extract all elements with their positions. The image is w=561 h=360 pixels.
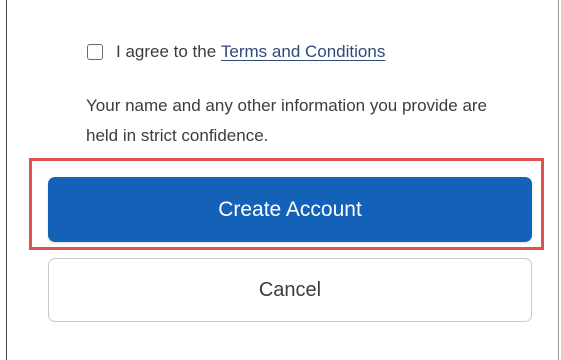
cancel-button[interactable]: Cancel: [48, 258, 532, 322]
confidentiality-notice: Your name and any other information you …: [86, 96, 488, 145]
terms-agreement-row: I agree to the Terms and Conditions: [87, 40, 385, 64]
create-account-button[interactable]: Create Account: [48, 177, 532, 242]
terms-checkbox[interactable]: [87, 44, 103, 60]
terms-agreement-label: I agree to the: [116, 42, 221, 61]
terms-and-conditions-link[interactable]: Terms and Conditions: [221, 42, 385, 62]
